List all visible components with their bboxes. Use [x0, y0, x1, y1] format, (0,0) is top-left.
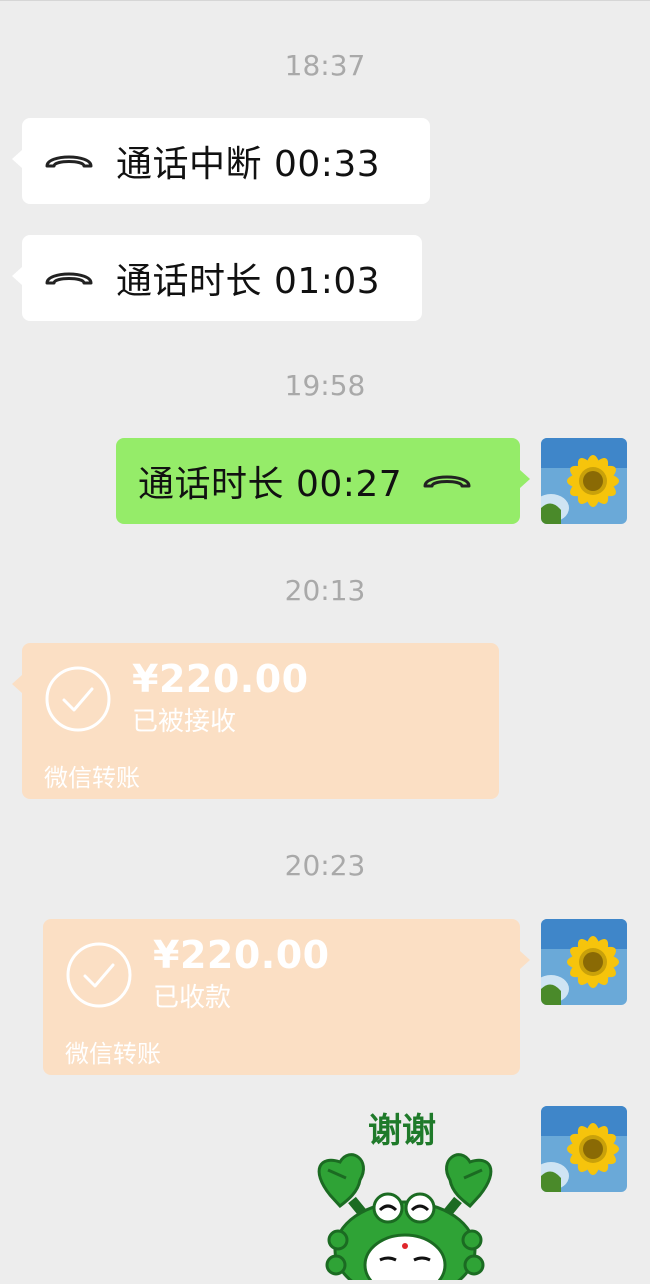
- sunflower-avatar[interactable]: [541, 919, 627, 1005]
- phone-hangup-icon: [420, 461, 474, 502]
- timestamp: 19:58: [284, 369, 366, 402]
- transfer-status: 已被接收: [132, 707, 237, 737]
- timestamp: 20:13: [284, 574, 366, 607]
- call-duration-text: 通话时长 01:03: [116, 261, 381, 302]
- bubble-tail: [12, 150, 22, 168]
- call-status-text: 通话中断 00:33: [116, 144, 381, 185]
- top-divider: [0, 0, 650, 1]
- check-circle-icon: [66, 942, 132, 1008]
- timestamp: 20:23: [284, 849, 366, 882]
- bubble-tail: [520, 951, 530, 969]
- sunflower-avatar[interactable]: [541, 438, 627, 524]
- transfer-footer-label: 微信转账: [65, 1040, 161, 1068]
- bubble-tail: [520, 470, 530, 488]
- transfer-amount: ¥220.00: [153, 933, 330, 977]
- transfer-footer-label: 微信转账: [44, 764, 140, 792]
- bubble-tail: [12, 267, 22, 285]
- sticker-text: 谢谢: [368, 1111, 436, 1151]
- transfer-message-card[interactable]: ¥220.00 已收款 微信转账: [43, 919, 530, 1075]
- check-circle-icon: [45, 666, 111, 732]
- call-message-bubble[interactable]: 通话时长 01:03: [12, 235, 422, 321]
- call-message-bubble[interactable]: 通话中断 00:33: [12, 118, 430, 204]
- phone-hangup-icon: [42, 258, 96, 299]
- crab-sticker[interactable]: 谢谢: [300, 1100, 520, 1284]
- call-duration-text: 通话时长 00:27: [138, 464, 403, 505]
- timestamp: 18:37: [284, 49, 366, 82]
- phone-hangup-icon: [42, 141, 96, 182]
- transfer-amount: ¥220.00: [132, 657, 309, 701]
- sunflower-avatar[interactable]: [541, 1106, 627, 1192]
- transfer-message-card[interactable]: ¥220.00 已被接收 微信转账: [12, 643, 499, 799]
- transfer-status: 已收款: [153, 983, 232, 1013]
- bubble-tail: [12, 675, 22, 693]
- call-message-bubble[interactable]: 通话时长 00:27: [116, 438, 530, 524]
